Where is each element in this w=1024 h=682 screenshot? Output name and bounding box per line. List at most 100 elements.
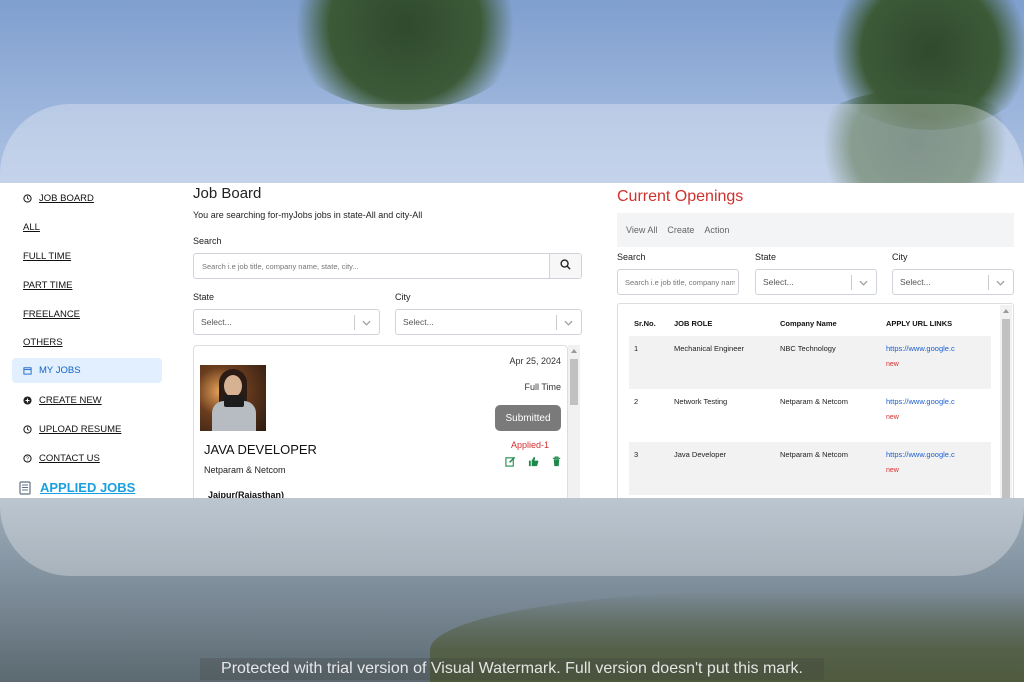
tab-view-all[interactable]: View All (626, 225, 657, 235)
job-image (200, 365, 266, 431)
state-select-value: Select... (201, 317, 232, 327)
openings-search-input[interactable] (625, 277, 735, 287)
sidebar-item-label: APPLIED JOBS (40, 480, 136, 495)
camera-icon (224, 395, 244, 407)
job-company: Netparam & Netcom (204, 465, 286, 475)
city-label: City (395, 292, 411, 302)
state-label: State (193, 292, 215, 302)
sidebar-item-contact-us[interactable]: ? CONTACT US (12, 446, 162, 471)
apply-link[interactable]: https://www.google.c (886, 450, 991, 459)
page-title: Job Board (193, 185, 262, 202)
sidebar-item-label: PART TIME (23, 280, 73, 291)
sidebar-item-job-board[interactable]: JOB BOARD (12, 186, 162, 211)
plus-circle-icon (23, 396, 32, 405)
sidebar-item-freelance[interactable]: FREELANCE (12, 302, 162, 327)
submitted-button[interactable]: Submitted (495, 405, 561, 431)
sidebar: JOB BOARD ALL FULL TIME PART TIME FREELA… (0, 183, 168, 498)
cell-role: Mechanical Engineer (669, 336, 775, 389)
scroll-up-icon[interactable] (570, 348, 578, 354)
cell-company: Netparam & Netcom (780, 397, 848, 406)
sidebar-item-label: JOB BOARD (39, 193, 94, 204)
chevron-down-icon (564, 318, 573, 328)
sidebar-item-label: ALL (23, 222, 40, 233)
sidebar-item-upload-resume[interactable]: UPLOAD RESUME (12, 417, 162, 442)
search-button[interactable] (549, 254, 581, 278)
scrollbar-thumb[interactable] (570, 359, 578, 405)
job-card[interactable]: Apr 25, 2024 Full Time Submitted JAVA DE… (193, 345, 568, 498)
sidebar-item-others[interactable]: OTHERS (12, 330, 162, 355)
openings-title: Current Openings (617, 188, 744, 205)
app-panel: JOB BOARD ALL FULL TIME PART TIME FREELA… (0, 183, 1024, 498)
openings-search-label: Search (617, 252, 646, 262)
openings-scrollbar[interactable] (1000, 305, 1012, 498)
select-divider (851, 275, 852, 290)
cell-sr: 1 (629, 336, 669, 389)
table-row: 3 Java Developer Netparam & Netcom https… (629, 442, 991, 495)
chevron-down-icon (996, 278, 1005, 288)
job-search-input[interactable] (194, 254, 549, 278)
sidebar-item-all[interactable]: ALL (12, 215, 162, 240)
cell-links: https://www.google.c new (881, 336, 991, 389)
thumbs-up-icon[interactable] (528, 454, 539, 472)
tab-action[interactable]: Action (704, 225, 729, 235)
sidebar-item-part-time[interactable]: PART TIME (12, 273, 162, 298)
openings-tabs: View All Create Action (617, 213, 1014, 247)
applied-count: Applied-1 (510, 440, 549, 450)
new-badge: new (886, 361, 899, 368)
column-header: JOB ROLE (674, 318, 713, 328)
clock-icon (23, 194, 32, 203)
cell-company: NBC Technology (775, 336, 881, 389)
edit-icon[interactable] (505, 454, 516, 472)
search-summary: You are searching for-myJobs jobs in sta… (193, 210, 423, 220)
state-select[interactable]: Select... (193, 309, 380, 335)
scrollbar-thumb[interactable] (1002, 319, 1010, 498)
select-divider (354, 315, 355, 330)
sidebar-item-label: FULL TIME (23, 251, 72, 262)
job-date: Apr 25, 2024 (509, 356, 561, 366)
column-header: APPLY URL LINKS (886, 318, 953, 328)
openings-city-select[interactable]: Select... (892, 269, 1014, 295)
sidebar-item-label: CONTACT US (39, 453, 100, 464)
openings-state-value: Select... (763, 277, 794, 287)
job-location: Jaipur(Rajasthan) (208, 490, 285, 498)
chevron-down-icon (362, 318, 371, 328)
sidebar-item-my-jobs[interactable]: MY JOBS (12, 358, 162, 383)
openings-city-value: Select... (900, 277, 931, 287)
openings-state-label: State (755, 252, 777, 262)
openings-search-field (617, 269, 739, 295)
job-actions (505, 454, 562, 472)
job-title: JAVA DEVELOPER (204, 442, 317, 457)
column-header: Company Name (780, 318, 837, 328)
select-divider (988, 275, 989, 290)
scroll-up-icon[interactable] (1002, 308, 1010, 314)
watermark: Protected with trial version of Visual W… (200, 658, 824, 680)
question-icon: ? (23, 454, 32, 463)
table-header-row: Sr.No. JOB ROLE Company Name APPLY URL L… (629, 310, 991, 336)
sidebar-item-create-new[interactable]: CREATE NEW (12, 388, 162, 413)
photo-face (224, 375, 242, 397)
table-row: 1 Mechanical Engineer NBC Technology htt… (629, 336, 991, 389)
table-row: 2 Network Testing Netparam & Netcom http… (629, 389, 991, 442)
cell-sr: 2 (634, 397, 639, 406)
job-type: Full Time (524, 382, 561, 392)
openings-state-select[interactable]: Select... (755, 269, 877, 295)
new-badge: new (886, 467, 899, 474)
svg-text:?: ? (26, 457, 29, 463)
sidebar-item-label: CREATE NEW (39, 395, 102, 406)
select-divider (556, 315, 557, 330)
sidebar-item-label: FREELANCE (23, 309, 81, 320)
document-icon (19, 480, 31, 495)
column-header: Sr.No. (634, 318, 656, 328)
cell-links: https://www.google.c new (881, 389, 991, 442)
tab-create[interactable]: Create (667, 225, 694, 235)
job-list-scrollbar[interactable] (568, 345, 580, 498)
calendar-icon (23, 366, 32, 375)
sidebar-item-full-time[interactable]: FULL TIME (12, 244, 162, 269)
apply-link[interactable]: https://www.google.c (886, 344, 991, 353)
chevron-down-icon (859, 278, 868, 288)
apply-link[interactable]: https://www.google.c (886, 397, 991, 406)
trash-icon[interactable] (551, 454, 562, 472)
sidebar-item-applied-jobs[interactable]: APPLIED JOBS (12, 475, 162, 498)
city-select-value: Select... (403, 317, 434, 327)
city-select[interactable]: Select... (395, 309, 582, 335)
